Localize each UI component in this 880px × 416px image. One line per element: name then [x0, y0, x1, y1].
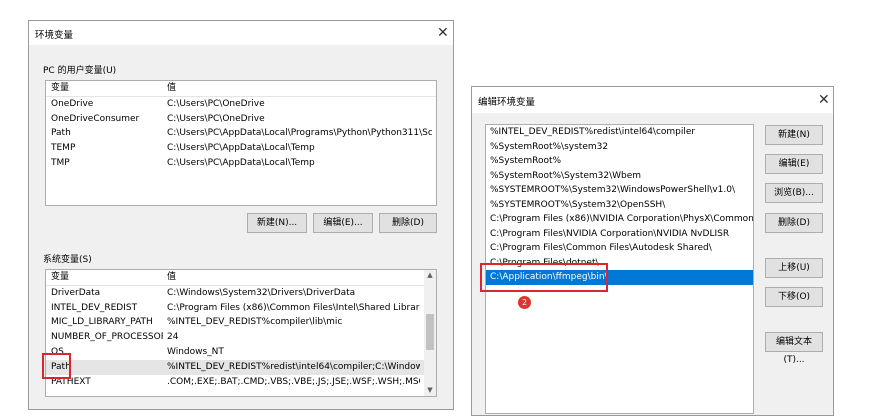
path-entry[interactable]: C:\Program Files\NVIDIA Corporation\NVID…: [486, 227, 753, 242]
path-entry[interactable]: C:\Program Files\Common Files\Autodesk S…: [486, 241, 753, 256]
var-value: %INTEL_DEV_REDIST%redist\intel64\compile…: [167, 361, 420, 372]
dialog-title: 编辑环境变量: [478, 97, 536, 108]
close-icon[interactable]: ✕: [437, 26, 449, 40]
user-new-button[interactable]: 新建(N)...: [247, 213, 307, 233]
var-name: TMP: [51, 157, 70, 168]
column-header-variable[interactable]: 变量: [51, 81, 163, 96]
path-entry[interactable]: %SystemRoot%: [486, 154, 753, 169]
system-var-row[interactable]: PATHEXT .COM;.EXE;.BAT;.CMD;.VBS;.VBE;.J…: [46, 375, 424, 390]
environment-variables-dialog: 环境变量 ✕ PC 的用户变量(U) 变量 值 OneDrive C:\User…: [28, 20, 454, 410]
user-variables-label: PC 的用户变量(U): [43, 66, 117, 76]
var-value: C:\Users\PC\OneDrive: [167, 98, 265, 109]
list-header: 变量 值: [46, 81, 436, 97]
system-variables-list[interactable]: 变量 值 DriverData C:\Windows\System32\Driv…: [45, 269, 437, 397]
var-name: OneDriveConsumer: [51, 113, 140, 124]
edit-text-button[interactable]: 编辑文本(T)...: [765, 332, 823, 365]
var-value: C:\Users\PC\OneDrive: [167, 113, 265, 124]
title-bar: 环境变量 ✕: [29, 21, 453, 45]
var-name: MIC_LD_LIBRARY_PATH: [51, 317, 153, 328]
column-header-value[interactable]: 值: [167, 270, 420, 285]
column-header-variable[interactable]: 变量: [51, 270, 163, 285]
system-list-scrollbar[interactable]: ▲ ▼: [424, 270, 436, 396]
system-var-row[interactable]: DriverData C:\Windows\System32\Drivers\D…: [46, 286, 424, 301]
var-name: OneDrive: [51, 98, 94, 109]
user-var-row[interactable]: Path C:\Users\PC\AppData\Local\Programs\…: [46, 126, 436, 141]
path-entry[interactable]: %SYSTEMROOT%\System32\WindowsPowerShell\…: [486, 183, 753, 198]
delete-button[interactable]: 删除(D): [765, 213, 823, 233]
edit-button[interactable]: 编辑(E): [765, 154, 823, 174]
new-entry-annotation-box: [480, 263, 608, 292]
move-up-button[interactable]: 上移(U): [765, 258, 823, 278]
list-header: 变量 值: [46, 270, 424, 286]
var-value: C:\Users\PC\AppData\Local\Programs\Pytho…: [167, 128, 432, 139]
path-entry[interactable]: %INTEL_DEV_REDIST%redist\intel64\compile…: [486, 125, 753, 140]
user-var-row[interactable]: TMP C:\Users\PC\AppData\Local\Temp: [46, 156, 436, 171]
system-variables-label: 系统变量(S): [43, 255, 92, 265]
var-value: C:\Users\PC\AppData\Local\Temp: [167, 143, 315, 154]
user-var-row[interactable]: TEMP C:\Users\PC\AppData\Local\Temp: [46, 141, 436, 156]
var-name: NUMBER_OF_PROCESSORS: [51, 332, 163, 343]
var-value: C:\Program Files (x86)\Common Files\Inte…: [167, 302, 420, 313]
user-variables-list[interactable]: 变量 值 OneDrive C:\Users\PC\OneDrive OneDr…: [45, 80, 437, 206]
edit-environment-variable-dialog: 编辑环境变量 ✕ %INTEL_DEV_REDIST%redist\intel6…: [471, 86, 834, 416]
user-var-row[interactable]: OneDriveConsumer C:\Users\PC\OneDrive: [46, 112, 436, 127]
var-value: .COM;.EXE;.BAT;.CMD;.VBS;.VBE;.JS;.JSE;.…: [167, 376, 420, 387]
path-entry[interactable]: %SystemRoot%\System32\Wbem: [486, 169, 753, 184]
path-entry[interactable]: %SystemRoot%\system32: [486, 140, 753, 155]
path-entry[interactable]: %SYSTEMROOT%\System32\OpenSSH\: [486, 198, 753, 213]
var-name: Path: [51, 128, 71, 139]
dialog-title: 环境变量: [35, 30, 74, 41]
path-entry[interactable]: C:\Program Files (x86)\NVIDIA Corporatio…: [486, 212, 753, 227]
system-var-row-path[interactable]: Path %INTEL_DEV_REDIST%redist\intel64\co…: [46, 359, 424, 375]
user-delete-button[interactable]: 删除(D): [379, 213, 437, 233]
var-value: C:\Windows\System32\Drivers\DriverData: [167, 287, 356, 298]
scrollbar-thumb[interactable]: [426, 314, 434, 350]
column-header-value[interactable]: 值: [167, 81, 432, 96]
move-down-button[interactable]: 下移(O): [765, 287, 823, 307]
system-var-row[interactable]: INTEL_DEV_REDIST C:\Program Files (x86)\…: [46, 301, 424, 316]
scroll-up-arrow-icon[interactable]: ▲: [424, 271, 436, 279]
new-button[interactable]: 新建(N): [765, 125, 823, 145]
browse-button[interactable]: 浏览(B)...: [765, 183, 823, 203]
var-value: C:\Users\PC\AppData\Local\Temp: [167, 157, 315, 168]
var-name: TEMP: [51, 143, 76, 154]
var-value: 24: [167, 332, 179, 343]
user-edit-button[interactable]: 编辑(E)...: [313, 213, 373, 233]
scroll-down-arrow-icon[interactable]: ▼: [424, 386, 436, 394]
var-name: DriverData: [51, 287, 101, 298]
var-value: %INTEL_DEV_REDIST%compiler\lib\mic: [167, 317, 343, 328]
close-icon[interactable]: ✕: [818, 93, 830, 107]
var-value: Windows_NT: [167, 346, 224, 357]
system-var-row[interactable]: OS Windows_NT: [46, 345, 424, 360]
step-badge: 2: [518, 296, 531, 309]
system-var-row[interactable]: NUMBER_OF_PROCESSORS 24: [46, 330, 424, 345]
title-bar: 编辑环境变量 ✕: [472, 87, 833, 113]
var-name: INTEL_DEV_REDIST: [51, 302, 138, 313]
system-var-row[interactable]: MIC_LD_LIBRARY_PATH %INTEL_DEV_REDIST%co…: [46, 315, 424, 330]
path-annotation-box: [42, 353, 71, 379]
user-var-row[interactable]: OneDrive C:\Users\PC\OneDrive: [46, 97, 436, 112]
